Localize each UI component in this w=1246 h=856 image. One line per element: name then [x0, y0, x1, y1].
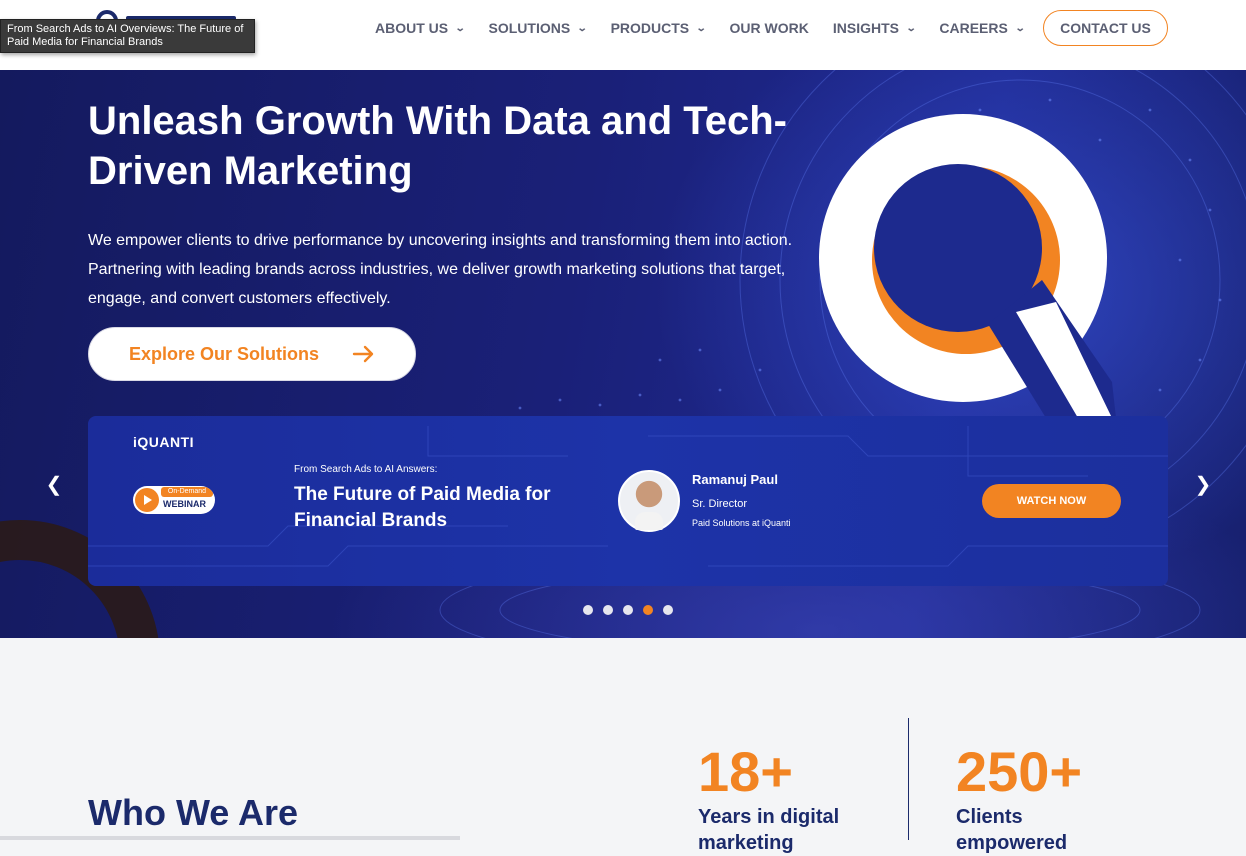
- chevron-down-icon: ⌄: [905, 22, 917, 34]
- q-logo-graphic: [819, 114, 1116, 418]
- carousel-dot[interactable]: [623, 605, 633, 615]
- menu-item-insights[interactable]: INSIGHTS ⌄: [832, 20, 917, 36]
- menu-item-solutions[interactable]: SOLUTIONS ⌄: [488, 20, 588, 36]
- horizontal-scrollbar[interactable]: [0, 836, 460, 840]
- menu-item-label: INSIGHTS: [832, 20, 899, 36]
- link-tooltip: From Search Ads to AI Overviews: The Fut…: [0, 19, 255, 53]
- contact-us-button[interactable]: CONTACT US: [1043, 10, 1168, 46]
- menu-item-label: SOLUTIONS: [488, 20, 571, 36]
- carousel-dot[interactable]: [663, 605, 673, 615]
- banner-subtitle: From Search Ads to AI Answers:: [294, 464, 438, 475]
- arrow-right-icon: [352, 345, 374, 363]
- webinar-banner-slide[interactable]: iQUANTI On-Demand WEBINAR From Search Ad…: [88, 416, 1168, 586]
- chevron-down-icon: ⌄: [695, 22, 707, 34]
- stat-label: Years in digital marketing: [698, 806, 840, 854]
- menu-item-label: PRODUCTS: [610, 20, 690, 36]
- chevron-right-icon[interactable]: ❯: [1191, 472, 1215, 496]
- speaker-role: Sr. Director: [692, 498, 748, 510]
- explore-solutions-button[interactable]: Explore Our Solutions: [88, 327, 416, 381]
- carousel-dot[interactable]: [603, 605, 613, 615]
- speaker-avatar: [618, 470, 680, 532]
- menu-item-our-work[interactable]: OUR WORK: [730, 20, 809, 36]
- hero-description: We empower clients to drive performance …: [88, 232, 793, 307]
- hero-title: Unleash Growth With Data and Tech-Driven…: [88, 99, 787, 193]
- menu-item-products[interactable]: PRODUCTS ⌄: [610, 20, 707, 36]
- watch-now-button[interactable]: WATCH NOW: [982, 484, 1121, 518]
- stat-clients: 250+ Clients empowered: [956, 740, 1116, 856]
- carousel-dot[interactable]: [583, 605, 593, 615]
- carousel-pagination: [583, 605, 683, 615]
- chevron-down-icon: ⌄: [454, 22, 466, 34]
- banner-brand-logo: iQUANTI: [133, 434, 195, 450]
- menu-item-label: ABOUT US: [375, 20, 449, 36]
- chevron-down-icon: ⌄: [576, 22, 588, 34]
- stat-divider: [908, 718, 909, 840]
- stat-label: Clients empowered: [956, 806, 1068, 854]
- badge-top-label: On-Demand: [161, 487, 213, 497]
- badge-label: WEBINAR: [163, 499, 206, 509]
- cta-label: Explore Our Solutions: [129, 343, 320, 364]
- menu-item-label: CAREERS: [939, 20, 1008, 36]
- main-menu: ABOUT US ⌄ SOLUTIONS ⌄ PRODUCTS ⌄ OUR WO…: [375, 0, 1048, 56]
- stat-years: 18+ Years in digital marketing: [698, 740, 858, 856]
- chevron-down-icon: ⌄: [1014, 22, 1026, 34]
- section-title-who-we-are: Who We Are: [88, 792, 299, 833]
- play-icon: [135, 488, 159, 512]
- menu-item-label: OUR WORK: [729, 20, 809, 36]
- stat-number: 250+: [956, 740, 1083, 803]
- speaker-org: Paid Solutions at iQuanti: [692, 518, 791, 528]
- on-demand-webinar-badge: On-Demand WEBINAR: [133, 486, 215, 514]
- banner-title: The Future of Paid Media for Financial B…: [294, 484, 551, 531]
- menu-item-about-us[interactable]: ABOUT US ⌄: [375, 20, 466, 36]
- carousel-dot-active[interactable]: [643, 605, 653, 615]
- chevron-left-icon[interactable]: ❮: [42, 472, 66, 496]
- hero-section: Unleash Growth With Data and Tech-Driven…: [0, 70, 1246, 638]
- stat-number: 18+: [698, 740, 793, 803]
- speaker-name: Ramanuj Paul: [692, 472, 778, 487]
- menu-item-careers[interactable]: CAREERS ⌄: [939, 20, 1026, 36]
